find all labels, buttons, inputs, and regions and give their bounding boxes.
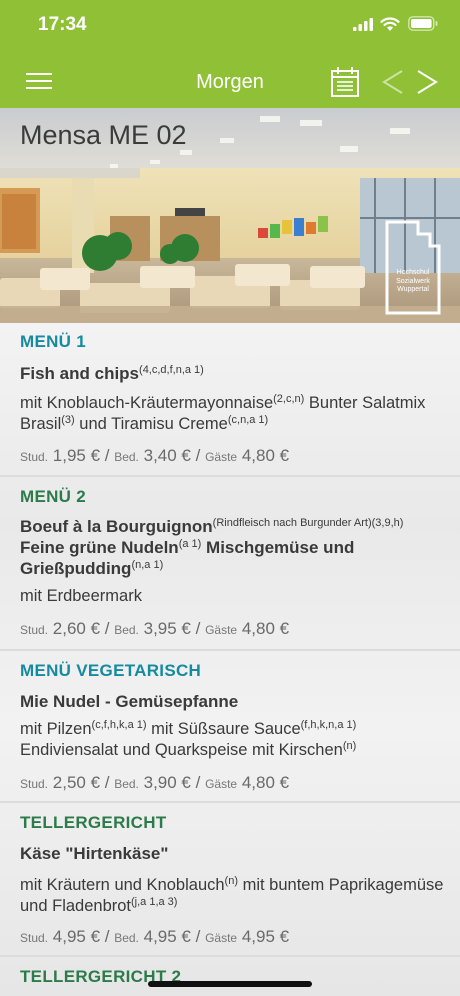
nav-bar: Morgen (0, 56, 460, 108)
wifi-icon (380, 17, 400, 31)
dish-description: mit Kräutern und Knoblauch(n) mit buntem… (20, 875, 444, 916)
status-bar: 17:34 (0, 0, 460, 50)
chevron-right-icon[interactable] (414, 68, 440, 96)
price-row: Stud. 1,95 € / Bed. 3,40 € / Gäste 4,80 … (20, 446, 290, 465)
chevron-left-icon[interactable] (380, 68, 406, 96)
cellular-signal-icon (353, 18, 373, 31)
app-header: 17:34 Morgen (0, 0, 460, 108)
dish-title: Käse "Hirtenkäse" (20, 844, 169, 863)
cafeteria-photo: Mensa ME 02 Hochschul Sozialwerk Wuppert… (0, 108, 460, 323)
calendar-icon[interactable] (330, 66, 360, 98)
price-row: Stud. 4,95 € / Bed. 4,95 € / Gäste 4,95 … (20, 927, 290, 946)
category-title: MENÜ 1 (20, 332, 87, 351)
menu-item[interactable]: MENÜ 1 Fish and chips(4,c,d,f,n,a 1) mit… (0, 323, 460, 477)
home-indicator[interactable] (148, 981, 312, 987)
category-title: MENÜ VEGETARISCH (20, 661, 202, 680)
hochschul-sozialwerk-logo (385, 220, 441, 315)
category-title: TELLERGERICHT (20, 813, 167, 832)
menu-item[interactable]: MENÜ VEGETARISCH Mie Nudel - Gemüsepfann… (0, 653, 460, 803)
logo-line: Hochschul (396, 269, 430, 276)
canteen-name: Mensa ME 02 (20, 120, 187, 150)
dish-title: Mie Nudel - Gemüsepfanne (20, 692, 239, 711)
dish-title: Boeuf à la Bourguignon(Rindfleisch nach … (20, 517, 404, 578)
status-time: 17:34 (38, 14, 87, 35)
menu-list[interactable]: MENÜ 1 Fish and chips(4,c,d,f,n,a 1) mit… (0, 323, 460, 996)
price-row: Stud. 2,60 € / Bed. 3,95 € / Gäste 4,80 … (20, 619, 290, 638)
dish-title: Fish and chips(4,c,d,f,n,a 1) (20, 364, 204, 383)
logo-line: Sozialwerk (396, 277, 430, 285)
dish-description: mit Knoblauch-Kräutermayonnaise(2,c,n) B… (20, 393, 426, 434)
logo-line: Wuppertal (397, 286, 429, 293)
menu-item[interactable]: TELLERGERICHT 2 (0, 959, 460, 996)
menu-item[interactable]: TELLERGERICHT Käse "Hirtenkäse" mit Kräu… (0, 805, 460, 957)
price-row: Stud. 2,50 € / Bed. 3,90 € / Gäste 4,80 … (20, 773, 290, 792)
dish-description: mit Erdbeermark (20, 587, 142, 605)
dish-description: mit Pilzen(c,f,h,k,a 1) mit Süßsaure Sau… (20, 719, 357, 760)
menu-item[interactable]: MENÜ 2 Boeuf à la Bourguignon(Rindfleisc… (0, 479, 460, 651)
logo-text: Hochschul Sozialwerk Wuppertal (384, 269, 442, 295)
battery-icon (408, 16, 438, 31)
category-title: MENÜ 2 (20, 487, 87, 506)
